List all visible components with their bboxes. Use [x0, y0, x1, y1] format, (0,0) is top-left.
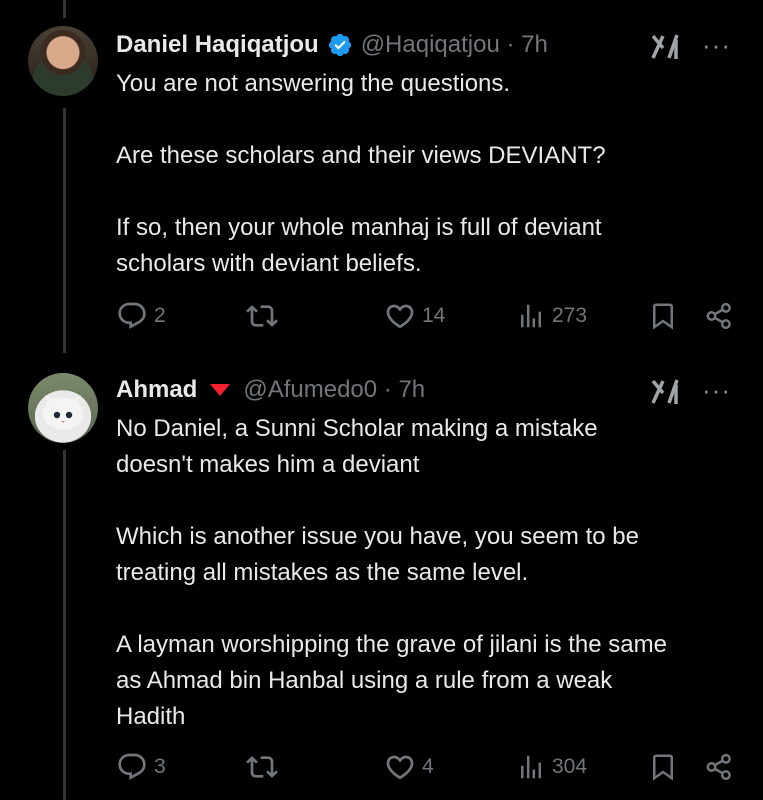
- tweet-line: If so, then your whole manhaj is full of…: [116, 214, 602, 241]
- tweet-line: Which is another issue you have, you see…: [116, 523, 639, 550]
- share-icon: [706, 302, 731, 330]
- views-icon: [521, 304, 541, 328]
- bookmark-button[interactable]: [648, 749, 678, 785]
- tweet[interactable]: Daniel Haqiqatjou @Haqiqatjou · 7h ··· Y…: [0, 0, 763, 355]
- reply-icon: [118, 753, 146, 780]
- views-count: 304: [552, 755, 588, 778]
- share-icon: [706, 753, 731, 781]
- repost-button[interactable]: [246, 749, 278, 785]
- tweet-line: doesn't makes him a deviant: [116, 451, 420, 478]
- tweet-header: Daniel Haqiqatjou @Haqiqatjou · 7h: [116, 30, 548, 60]
- views-count: 273: [552, 304, 588, 327]
- like-count: 14: [422, 304, 446, 327]
- tweet-header: Ahmad @Afumedo0 · 7h: [116, 375, 425, 405]
- avatar[interactable]: [28, 26, 98, 96]
- repost-icon: [246, 305, 278, 327]
- tweet-line: You are not answering the questions.: [116, 70, 511, 97]
- share-button[interactable]: [704, 749, 734, 785]
- handle-and-time[interactable]: @Afumedo0 · 7h: [243, 376, 425, 404]
- reply-count: 3: [154, 755, 166, 778]
- tweet-line: No Daniel, a Sunni Scholar making a mist…: [116, 415, 598, 442]
- red-triangle-icon: [209, 382, 231, 398]
- like-button[interactable]: 4: [384, 749, 434, 785]
- display-name[interactable]: Ahmad: [116, 376, 197, 404]
- tweet-line: treating all mistakes as the same level.: [116, 559, 529, 586]
- bookmark-button[interactable]: [648, 298, 678, 334]
- verified-badge-icon: [327, 32, 353, 58]
- reply-icon: [118, 302, 146, 329]
- heart-icon: [386, 755, 414, 780]
- views-icon: [521, 755, 541, 779]
- tweet-actions: 3 4 304: [116, 749, 736, 785]
- like-count: 4: [422, 755, 434, 778]
- heart-icon: [386, 304, 414, 329]
- reply-count: 2: [154, 304, 166, 327]
- tweet-line: as Ahmad bin Hanbal using a rule from a …: [116, 667, 613, 694]
- handle-and-time[interactable]: @Haqiqatjou · 7h: [361, 31, 548, 59]
- tweet-line: Are these scholars and their views DEVIA…: [116, 142, 606, 169]
- tweet-line: scholars with deviant beliefs.: [116, 250, 422, 277]
- reply-button[interactable]: 3: [116, 749, 166, 785]
- like-button[interactable]: 14: [384, 298, 445, 334]
- share-button[interactable]: [704, 298, 734, 334]
- views-button[interactable]: 273: [516, 298, 587, 334]
- grok-icon[interactable]: [649, 32, 683, 62]
- grok-icon[interactable]: [649, 377, 683, 407]
- more-options-icon[interactable]: ···: [702, 30, 731, 61]
- reply-button[interactable]: 2: [116, 298, 166, 334]
- bookmark-icon: [653, 754, 673, 781]
- tweet-text: You are not answering the questions. Are…: [116, 66, 736, 282]
- tweet-line: A layman worshipping the grave of jilani…: [116, 631, 667, 658]
- bookmark-icon: [653, 303, 673, 330]
- display-name[interactable]: Daniel Haqiqatjou: [116, 31, 319, 59]
- tweet-actions: 2 14 273: [116, 298, 736, 334]
- avatar[interactable]: [28, 373, 98, 443]
- tweet[interactable]: Ahmad @Afumedo0 · 7h ··· No Daniel, a Su…: [0, 355, 763, 800]
- repost-icon: [246, 756, 278, 778]
- more-options-icon[interactable]: ···: [702, 375, 731, 406]
- views-button[interactable]: 304: [516, 749, 587, 785]
- tweet-text: No Daniel, a Sunni Scholar making a mist…: [116, 411, 736, 735]
- tweet-line: Hadith: [116, 703, 186, 730]
- cat-avatar-icon: [45, 395, 81, 423]
- repost-button[interactable]: [246, 298, 278, 334]
